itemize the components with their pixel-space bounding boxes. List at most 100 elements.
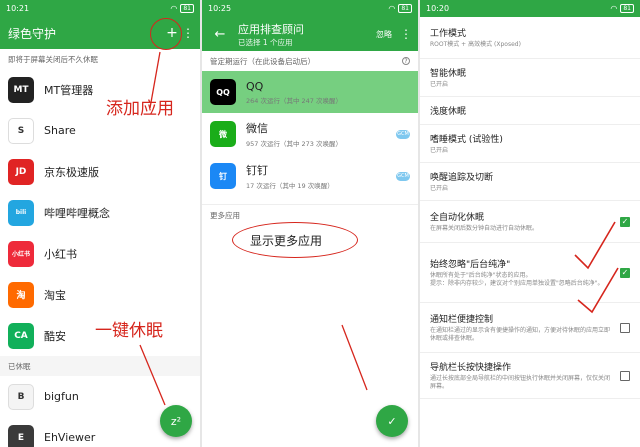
app-name: 钉钉 — [246, 164, 268, 177]
setting-text: 始终忽略"后台纯净" 休眠所有处于"后台纯净"状态的应用。 提示：除非内存较少，建… — [430, 257, 614, 288]
app-name: Share — [44, 124, 76, 137]
wifi-icon: ◠ — [170, 4, 178, 13]
app-icon: CA — [8, 322, 34, 349]
setting-desc: 休眠所有处于"后台纯净"状态的应用。 提示：除非内存较少，建议对个别应用单独设置… — [430, 272, 604, 287]
battery-icon: 81 — [180, 4, 194, 13]
note-one-key-sleep: 一键休眠 — [95, 321, 163, 341]
app-list: QQ QQ 264 次运行（其中 247 次唤醒） 微微信 957 次运行（其中 273… — [202, 71, 418, 197]
settings-list: 工作模式 ROOT模式 + 高效模式 (Xposed) 智能休眠 已开启 浅度休眠 嗜睡模… — [420, 17, 640, 399]
ignore-button[interactable]: 忽略 — [376, 29, 392, 40]
table-row[interactable]: 微微信 957 次运行（其中 273 次唤醒） GCM — [202, 113, 418, 155]
setting-title: 唤醒追踪及切断 — [430, 173, 494, 183]
divider — [202, 197, 418, 205]
app-icon: 小红书 — [8, 240, 34, 267]
app-icon: QQ — [210, 79, 236, 105]
setting-desc: 在通知栏通过的显示含有便捷操作的通知，方便对待休眠的应用立即休眠或排查休眠。 — [430, 327, 611, 342]
app-icon: JD — [8, 158, 34, 185]
app-icon: B — [8, 383, 34, 410]
setting-text: 智能休眠 已开启 — [430, 66, 630, 89]
setting-title: 工作模式 — [430, 29, 467, 39]
list-item[interactable]: JD 京东极速版 — [0, 151, 200, 192]
setting-title: 全自动化休眠 — [430, 213, 485, 223]
setting-title: 始终忽略"后台纯净" — [430, 260, 511, 270]
app-name: 小红书 — [44, 247, 77, 261]
hibernate-fab[interactable]: z² — [160, 405, 192, 437]
setting-row[interactable]: 嗜睡模式 (试验性) 已开启 — [420, 125, 640, 163]
status-time: 10:25 — [208, 4, 232, 13]
setting-text: 全自动化休眠在屏幕关闭后数分钟自动进行自动休眠。 — [430, 210, 614, 233]
wifi-icon: ◠ — [610, 4, 618, 13]
run-count: 957 次运行（其中 273 次唤醒） — [246, 140, 343, 148]
row-meta: QQ 264 次运行（其中 247 次唤醒） — [246, 80, 410, 105]
status-icons: ◠ 81 — [388, 4, 412, 13]
status-icons: ◠ 81 — [610, 4, 634, 13]
setting-title: 智能休眠 — [430, 69, 467, 79]
setting-row[interactable]: 唤醒追踪及切断 已开启 — [420, 163, 640, 201]
setting-desc: 已开启 — [430, 81, 449, 88]
setting-row[interactable]: 工作模式 ROOT模式 + 高效模式 (Xposed) — [420, 17, 640, 59]
checkbox[interactable]: ✓ — [620, 267, 630, 278]
show-more-apps-link[interactable]: 显示更多应用 — [250, 232, 322, 249]
app-icon: bili — [8, 199, 34, 226]
setting-title: 浅度休眠 — [430, 107, 467, 117]
setting-row[interactable]: 智能休眠 已开启 — [420, 59, 640, 97]
hibernated-label: 已休眠 — [0, 356, 200, 376]
app-name: 京东极速版 — [44, 165, 99, 179]
annotation-circle — [150, 18, 182, 50]
setting-text: 工作模式 ROOT模式 + 高效模式 (Xposed) — [430, 26, 630, 49]
status-bar: 10:20 ◠ 81 — [420, 0, 640, 17]
setting-text: 浅度休眠 — [430, 104, 630, 117]
checkbox[interactable] — [620, 370, 630, 381]
app-name: 淘宝 — [44, 288, 66, 302]
help-icon[interactable]: ? — [402, 57, 410, 65]
header: 10:25 ◠ 81 ← 应用排查顾问 已选择 1 个应用 忽略 ⋮ — [202, 0, 418, 51]
header: 10:20 ◠ 81 — [420, 0, 640, 17]
overflow-menu-icon[interactable]: ⋮ — [400, 27, 412, 41]
setting-row[interactable]: 全自动化休眠在屏幕关闭后数分钟自动进行自动休眠。 ✓ — [420, 201, 640, 243]
list-item[interactable]: bili 哔哩哔哩概念 — [0, 192, 200, 233]
app-name: 酷安 — [44, 329, 66, 343]
app-name: QQ — [246, 79, 264, 93]
setting-text: 唤醒追踪及切断 已开启 — [430, 170, 630, 193]
battery-icon: 81 — [620, 4, 634, 13]
section-label: 管定期运行（在此设备启动后） — [210, 56, 315, 66]
setting-row[interactable]: 导航栏长按快捷操作 通过长按底部全局导航栏的中间按钮执行休眠并关闭屏幕，仅仅关闭屏… — [420, 353, 640, 399]
setting-desc: 通过长按底部全局导航栏的中间按钮执行休眠并关闭屏幕，仅仅关闭屏幕。 — [430, 375, 611, 390]
setting-desc: 已开启 — [430, 185, 449, 192]
list-item[interactable]: 淘淘宝 — [0, 274, 200, 315]
title-block: 应用排查顾问 已选择 1 个应用 — [238, 21, 376, 48]
setting-text: 导航栏长按快捷操作 通过长按底部全局导航栏的中间按钮执行休眠并关闭屏幕，仅仅关闭屏… — [430, 360, 614, 391]
setting-row[interactable]: 始终忽略"后台纯净" 休眠所有处于"后台纯净"状态的应用。 提示：除非内存较少，建… — [420, 243, 640, 303]
table-row[interactable]: 钉钉钉 17 次运行（其中 19 次唤醒） GCM — [202, 155, 418, 197]
screenshot-collage: 10:21 ◠ 81 绿色守护 + ⋮ 即将于屏幕关闭后不久休眠 MT MT管理器… — [0, 0, 640, 447]
section-header: 管定期运行（在此设备启动后） ? — [202, 51, 418, 71]
app-title: 绿色守护 — [8, 26, 57, 41]
checkbox[interactable] — [620, 322, 630, 333]
row-meta: 微信 957 次运行（其中 273 次唤醒） — [246, 120, 396, 148]
app-icon: MT — [8, 76, 34, 103]
checkbox[interactable]: ✓ — [620, 216, 630, 227]
setting-row[interactable]: 通知栏便捷控制在通知栏通过的显示含有便捷操作的通知，方便对待休眠的应用立即休眠或… — [420, 303, 640, 353]
app-icon: 淘 — [8, 281, 34, 308]
status-bar: 10:21 ◠ 81 — [0, 0, 200, 17]
list-item[interactable]: 小红书 小红书 — [0, 233, 200, 274]
section-label: 即将于屏幕关闭后不久休眠 — [8, 54, 98, 64]
note-add-app: 添加应用 — [106, 99, 174, 119]
setting-desc: 在屏幕关闭后数分钟自动进行自动休眠。 — [430, 225, 539, 232]
status-time: 10:21 — [6, 4, 30, 13]
overflow-menu-icon[interactable]: ⋮ — [182, 26, 194, 40]
app-name: EhViewer — [44, 431, 96, 444]
run-count: 264 次运行（其中 247 次唤醒） — [246, 96, 343, 105]
cloud-icon: GCM — [396, 129, 410, 139]
setting-title: 通知栏便捷控制 — [430, 315, 494, 325]
status-time: 10:20 — [426, 4, 450, 13]
confirm-fab[interactable]: ✓ — [376, 405, 408, 437]
back-arrow-icon[interactable]: ← — [210, 27, 230, 42]
run-count: 17 次运行（其中 19 次唤醒） — [246, 182, 334, 190]
setting-title: 嗜睡模式 (试验性) — [430, 135, 503, 145]
page-subtitle: 已选择 1 个应用 — [238, 37, 293, 47]
app-name: bigfun — [44, 390, 79, 403]
setting-row[interactable]: 浅度休眠 — [420, 97, 640, 125]
table-row[interactable]: QQ QQ 264 次运行（其中 247 次唤醒） — [202, 71, 418, 113]
status-bar: 10:25 ◠ 81 — [202, 0, 418, 17]
